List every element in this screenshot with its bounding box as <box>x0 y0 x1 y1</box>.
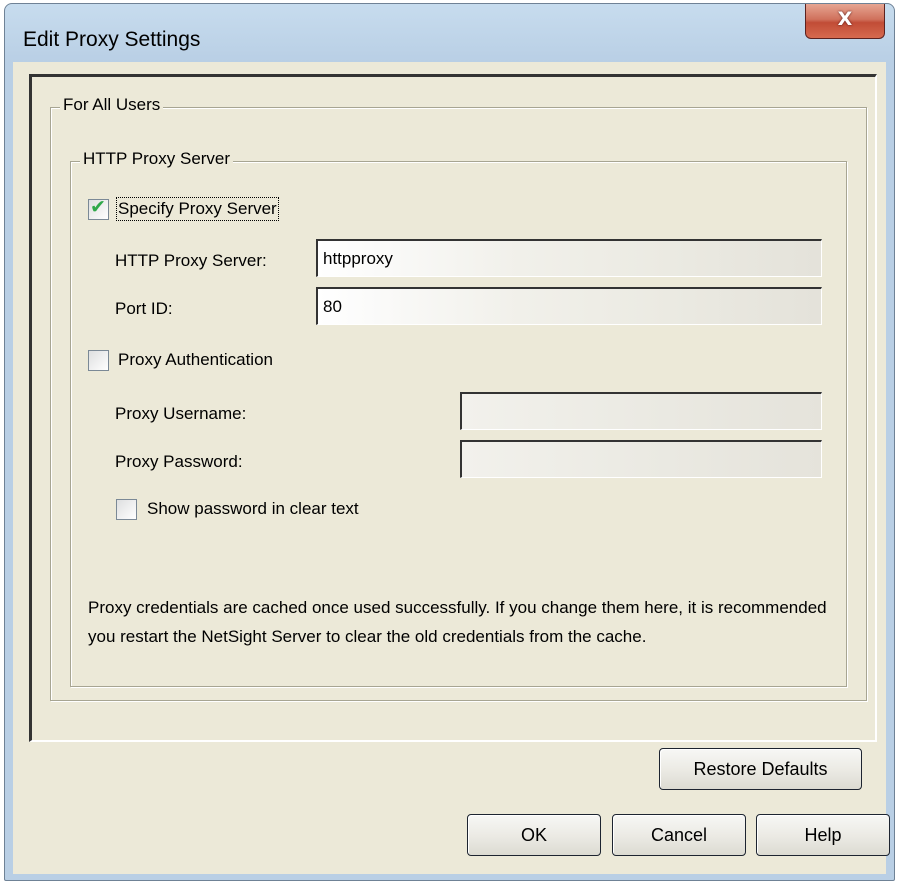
close-button[interactable]: X <box>805 4 885 39</box>
proxy-authentication-checkbox[interactable] <box>88 350 109 371</box>
proxy-password-input[interactable] <box>460 440 822 478</box>
close-icon: X <box>837 8 853 30</box>
proxy-credentials-note: Proxy credentials are cached once used s… <box>88 598 827 646</box>
ok-button[interactable]: OK <box>467 814 601 856</box>
proxy-username-input[interactable] <box>460 392 822 430</box>
window-title: Edit Proxy Settings <box>23 28 201 51</box>
port-id-label: Port ID: <box>115 299 173 318</box>
help-button[interactable]: Help <box>756 814 890 856</box>
dialog-body: For All Users HTTP Proxy Server ✔ Specif… <box>13 62 890 874</box>
specify-proxy-server-checkbox[interactable]: ✔ <box>88 196 109 220</box>
settings-panel: For All Users HTTP Proxy Server ✔ Specif… <box>29 74 877 742</box>
show-password-checkbox[interactable] <box>116 499 137 520</box>
check-icon: ✔ <box>90 196 106 218</box>
proxy-username-label: Proxy Username: <box>115 404 247 423</box>
dialog-window: Edit Proxy Settings X For All Users HTTP… <box>4 3 895 881</box>
http-proxy-server-title: HTTP Proxy Server <box>80 149 234 169</box>
proxy-password-label: Proxy Password: <box>115 452 243 471</box>
http-proxy-server-input[interactable] <box>316 239 822 277</box>
for-all-users-group: For All Users HTTP Proxy Server ✔ Specif… <box>50 95 867 701</box>
specify-proxy-server-label[interactable]: Specify Proxy Server <box>116 197 279 221</box>
restore-defaults-button[interactable]: Restore Defaults <box>659 748 862 790</box>
cancel-button[interactable]: Cancel <box>612 814 746 856</box>
port-id-input[interactable] <box>316 287 822 325</box>
proxy-authentication-label[interactable]: Proxy Authentication <box>118 350 273 370</box>
for-all-users-title: For All Users <box>60 95 164 115</box>
show-password-label[interactable]: Show password in clear text <box>147 499 359 519</box>
http-proxy-server-label: HTTP Proxy Server: <box>115 251 267 270</box>
title-bar[interactable]: Edit Proxy Settings X <box>5 4 894 62</box>
http-proxy-server-group: HTTP Proxy Server ✔ Specify Proxy Server… <box>70 149 847 687</box>
